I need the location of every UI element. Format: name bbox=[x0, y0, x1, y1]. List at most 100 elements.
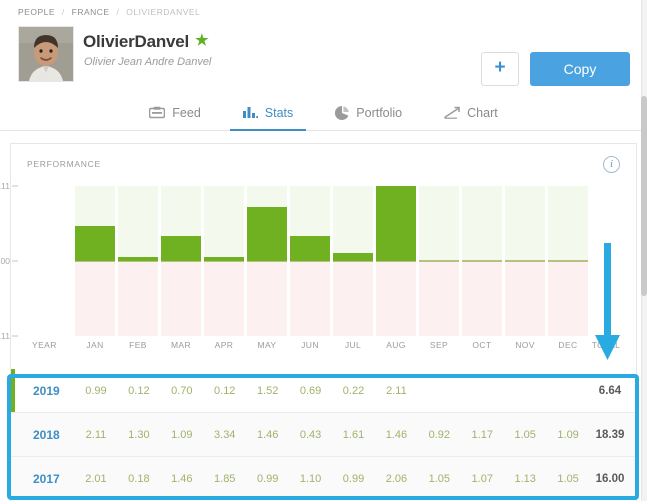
x-axis-label-jul: JUL bbox=[344, 340, 362, 350]
avatar[interactable] bbox=[18, 26, 74, 82]
table-cell-may: 1.52 bbox=[256, 384, 279, 397]
chart-column-jul[interactable] bbox=[333, 186, 373, 336]
chart-positive-band bbox=[462, 186, 502, 261]
app-root: PEOPLE / FRANCE / OLIVIERDANVEL OlivierD… bbox=[0, 0, 647, 501]
table-cell-oct: 1.07 bbox=[471, 473, 493, 485]
y-axis-tick-label: -2.11 bbox=[0, 331, 10, 341]
x-axis-label-feb: FEB bbox=[129, 340, 147, 350]
scrollbar-track[interactable] bbox=[641, 0, 647, 501]
chart-column-sep[interactable] bbox=[419, 186, 459, 336]
table-cell-sep: 0.92 bbox=[428, 428, 451, 441]
tab-chart[interactable]: Chart bbox=[423, 95, 519, 131]
table-cell-jun: 0.69 bbox=[299, 384, 322, 397]
breadcrumb-separator: / bbox=[61, 7, 65, 17]
chart-column-aug[interactable] bbox=[376, 186, 416, 336]
tab-portfolio[interactable]: Portfolio bbox=[314, 95, 423, 131]
chart-column-oct[interactable] bbox=[462, 186, 502, 336]
y-axis-tick-label: 2.11 bbox=[0, 181, 10, 191]
chart-positive-band bbox=[505, 186, 545, 261]
chart-column-apr[interactable] bbox=[204, 186, 244, 336]
table-cell-year[interactable]: 2019 bbox=[11, 384, 76, 398]
chart-column-nov[interactable] bbox=[505, 186, 545, 336]
table-cell-nov: 1.05 bbox=[514, 428, 536, 441]
table-cell-year[interactable]: 2017 bbox=[11, 472, 76, 486]
breadcrumb-item-france[interactable]: FRANCE bbox=[72, 7, 110, 17]
x-axis-label-aug: AUG bbox=[386, 340, 406, 350]
chart-bar-apr[interactable] bbox=[204, 256, 244, 261]
chart-column-mar[interactable] bbox=[161, 186, 201, 336]
breadcrumb-separator: / bbox=[116, 7, 120, 17]
tab-bar: Feed Stats Portfolio Chart bbox=[0, 95, 647, 131]
table-month-cells: 2.01 0.18 1.46 1.85 0.99 1.10 0.99 2.06 1.05 1.07… bbox=[76, 473, 588, 485]
info-icon[interactable]: i bbox=[603, 156, 620, 173]
chart-bar-jul[interactable] bbox=[333, 253, 373, 261]
table-month-cells: 2.11 1.30 1.09 3.34 1.46 0.43 1.61 1.46 0.92 1.17… bbox=[76, 429, 588, 441]
tab-feed[interactable]: Feed bbox=[128, 95, 222, 131]
table-cell-aug: 1.46 bbox=[385, 428, 408, 441]
chart-x-axis: YEAR JAN FEB MAR APR MAY JUN JUL AUG SEP OCT NOV DE… bbox=[20, 340, 628, 360]
y-axis-tick bbox=[12, 185, 18, 187]
tab-portfolio-label: Portfolio bbox=[356, 105, 403, 120]
table-cell-jun: 0.43 bbox=[299, 428, 322, 441]
table-cell-total: 18.39 bbox=[595, 428, 625, 441]
chart-negative-band bbox=[247, 261, 287, 336]
copy-button[interactable]: Copy bbox=[530, 52, 630, 86]
chart-negative-band bbox=[462, 261, 502, 336]
chart-column-may[interactable] bbox=[247, 186, 287, 336]
table-cell-dec bbox=[548, 385, 588, 397]
chart-bar-feb[interactable] bbox=[118, 256, 158, 261]
chart-bar-may[interactable] bbox=[247, 206, 287, 261]
table-cell-aug: 2.06 bbox=[385, 473, 408, 485]
table-cell-apr: 1.85 bbox=[214, 473, 236, 485]
table-row[interactable]: 2018 2.11 1.30 1.09 3.34 1.46 0.43 1.61 1.46 0.92… bbox=[11, 413, 636, 457]
page-title: OlivierDanvel ★ bbox=[83, 32, 209, 52]
chart-bar-aug[interactable] bbox=[376, 186, 416, 261]
table-cell-dec: 1.09 bbox=[557, 428, 579, 441]
table-row[interactable]: 2019 0.99 0.12 0.70 0.12 1.52 0.69 0.22 2.11 6.64 bbox=[11, 369, 636, 413]
chart-columns bbox=[75, 186, 588, 336]
chart-negative-band bbox=[75, 261, 115, 336]
y-axis-tick-label: 0.00 bbox=[0, 256, 10, 266]
table-cell-apr: 0.12 bbox=[214, 384, 236, 397]
table-cell-feb: 1.30 bbox=[128, 428, 150, 441]
chart-bar-jun[interactable] bbox=[290, 236, 330, 261]
x-axis-label-mar: MAR bbox=[170, 340, 192, 350]
table-cell-jan: 0.99 bbox=[85, 384, 107, 397]
add-button[interactable]: + bbox=[481, 52, 519, 86]
y-axis-tick bbox=[12, 260, 18, 262]
chart-column-jan[interactable] bbox=[75, 186, 115, 336]
table-cell-year[interactable]: 2018 bbox=[11, 428, 76, 442]
stats-bar-icon bbox=[242, 106, 258, 119]
x-axis-month-labels: JAN FEB MAR APR MAY JUN JUL AUG SEP OCT NOV DEC bbox=[75, 340, 588, 350]
breadcrumb-item-people[interactable]: PEOPLE bbox=[18, 7, 55, 17]
performance-card: PERFORMANCE i 2.11 0.00 -2.11 YEAR JAN FEB M… bbox=[0, 143, 637, 369]
table-cell-total: 16.00 bbox=[595, 473, 625, 485]
profile-header: OlivierDanvel ★ Olivier Jean Andre Danvel… bbox=[0, 20, 647, 95]
chart-positive-band bbox=[118, 186, 158, 261]
table-cell-jan: 2.11 bbox=[85, 428, 107, 441]
scrollbar-thumb[interactable] bbox=[641, 96, 647, 296]
star-icon[interactable]: ★ bbox=[195, 33, 208, 48]
table-row[interactable]: 2017 2.01 0.18 1.46 1.85 0.99 1.10 0.99 2.06 1.05… bbox=[11, 457, 636, 501]
tab-stats[interactable]: Stats bbox=[222, 95, 315, 131]
tab-feed-label: Feed bbox=[172, 105, 201, 120]
person-full-name: Olivier Jean Andre Danvel bbox=[84, 56, 212, 68]
x-axis-label-may: MAY bbox=[257, 340, 277, 350]
header-actions: + Copy bbox=[481, 52, 630, 86]
chart-positive-band bbox=[419, 186, 459, 261]
chart-column-jun[interactable] bbox=[290, 186, 330, 336]
chart-column-feb[interactable] bbox=[118, 186, 158, 336]
chart-column-dec[interactable] bbox=[548, 186, 588, 336]
chart-negative-band bbox=[376, 261, 416, 336]
chart-bar-mar[interactable] bbox=[161, 236, 201, 261]
chart-zero-line bbox=[419, 260, 459, 262]
table-cell-oct: 1.17 bbox=[471, 428, 493, 441]
chart-negative-band bbox=[333, 261, 373, 336]
feed-icon bbox=[149, 106, 166, 119]
table-cell-oct bbox=[462, 385, 502, 397]
chart-positive-band bbox=[548, 186, 588, 261]
table-cell-total: 6.64 bbox=[598, 384, 622, 397]
chart-negative-band bbox=[161, 261, 201, 336]
chart-zero-line bbox=[548, 260, 588, 262]
chart-bar-jan[interactable] bbox=[75, 225, 115, 261]
